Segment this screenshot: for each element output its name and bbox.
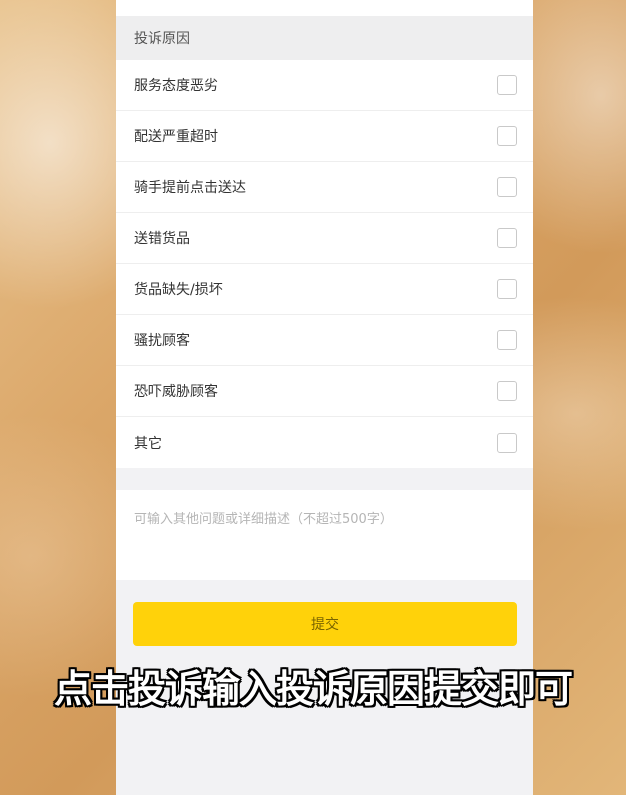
reason-label: 货品缺失/损坏 <box>134 282 223 298</box>
reason-label: 送错货品 <box>134 231 190 247</box>
reason-checkbox[interactable] <box>497 381 517 401</box>
reason-checkbox[interactable] <box>497 126 517 146</box>
reason-label: 恐吓威胁顾客 <box>134 384 218 400</box>
top-strip <box>116 0 533 16</box>
reason-label: 服务态度恶劣 <box>134 78 218 94</box>
submit-wrap: 提交 <box>116 580 533 646</box>
reason-label: 配送严重超时 <box>134 129 218 145</box>
reason-item-other[interactable]: 其它 <box>116 417 533 468</box>
reason-item-threat[interactable]: 恐吓威胁顾客 <box>116 366 533 417</box>
reason-item-delivery-overtime[interactable]: 配送严重超时 <box>116 111 533 162</box>
reason-item-wrong-goods[interactable]: 送错货品 <box>116 213 533 264</box>
submit-button[interactable]: 提交 <box>133 602 517 646</box>
reason-item-service-attitude[interactable]: 服务态度恶劣 <box>116 60 533 111</box>
reason-item-early-delivered[interactable]: 骑手提前点击送达 <box>116 162 533 213</box>
reason-checkbox[interactable] <box>497 177 517 197</box>
description-area <box>116 490 533 580</box>
section-title: 投诉原因 <box>134 31 190 47</box>
section-header: 投诉原因 <box>116 16 533 60</box>
reason-item-missing-damaged[interactable]: 货品缺失/损坏 <box>116 264 533 315</box>
reason-item-harassment[interactable]: 骚扰顾客 <box>116 315 533 366</box>
description-textarea[interactable] <box>134 508 515 562</box>
reason-label: 骚扰顾客 <box>134 333 190 349</box>
reason-list: 服务态度恶劣 配送严重超时 骑手提前点击送达 送错货品 货品缺失/损坏 骚扰顾客… <box>116 60 533 468</box>
video-caption: 点击投诉输入投诉原因提交即可 <box>53 667 573 711</box>
reason-checkbox[interactable] <box>497 432 517 453</box>
reason-label: 骑手提前点击送达 <box>134 180 246 196</box>
reason-label: 其它 <box>134 435 162 452</box>
reason-checkbox[interactable] <box>497 330 517 350</box>
reason-checkbox[interactable] <box>497 279 517 299</box>
reason-checkbox[interactable] <box>497 75 517 95</box>
section-gap <box>116 468 533 490</box>
reason-checkbox[interactable] <box>497 228 517 248</box>
